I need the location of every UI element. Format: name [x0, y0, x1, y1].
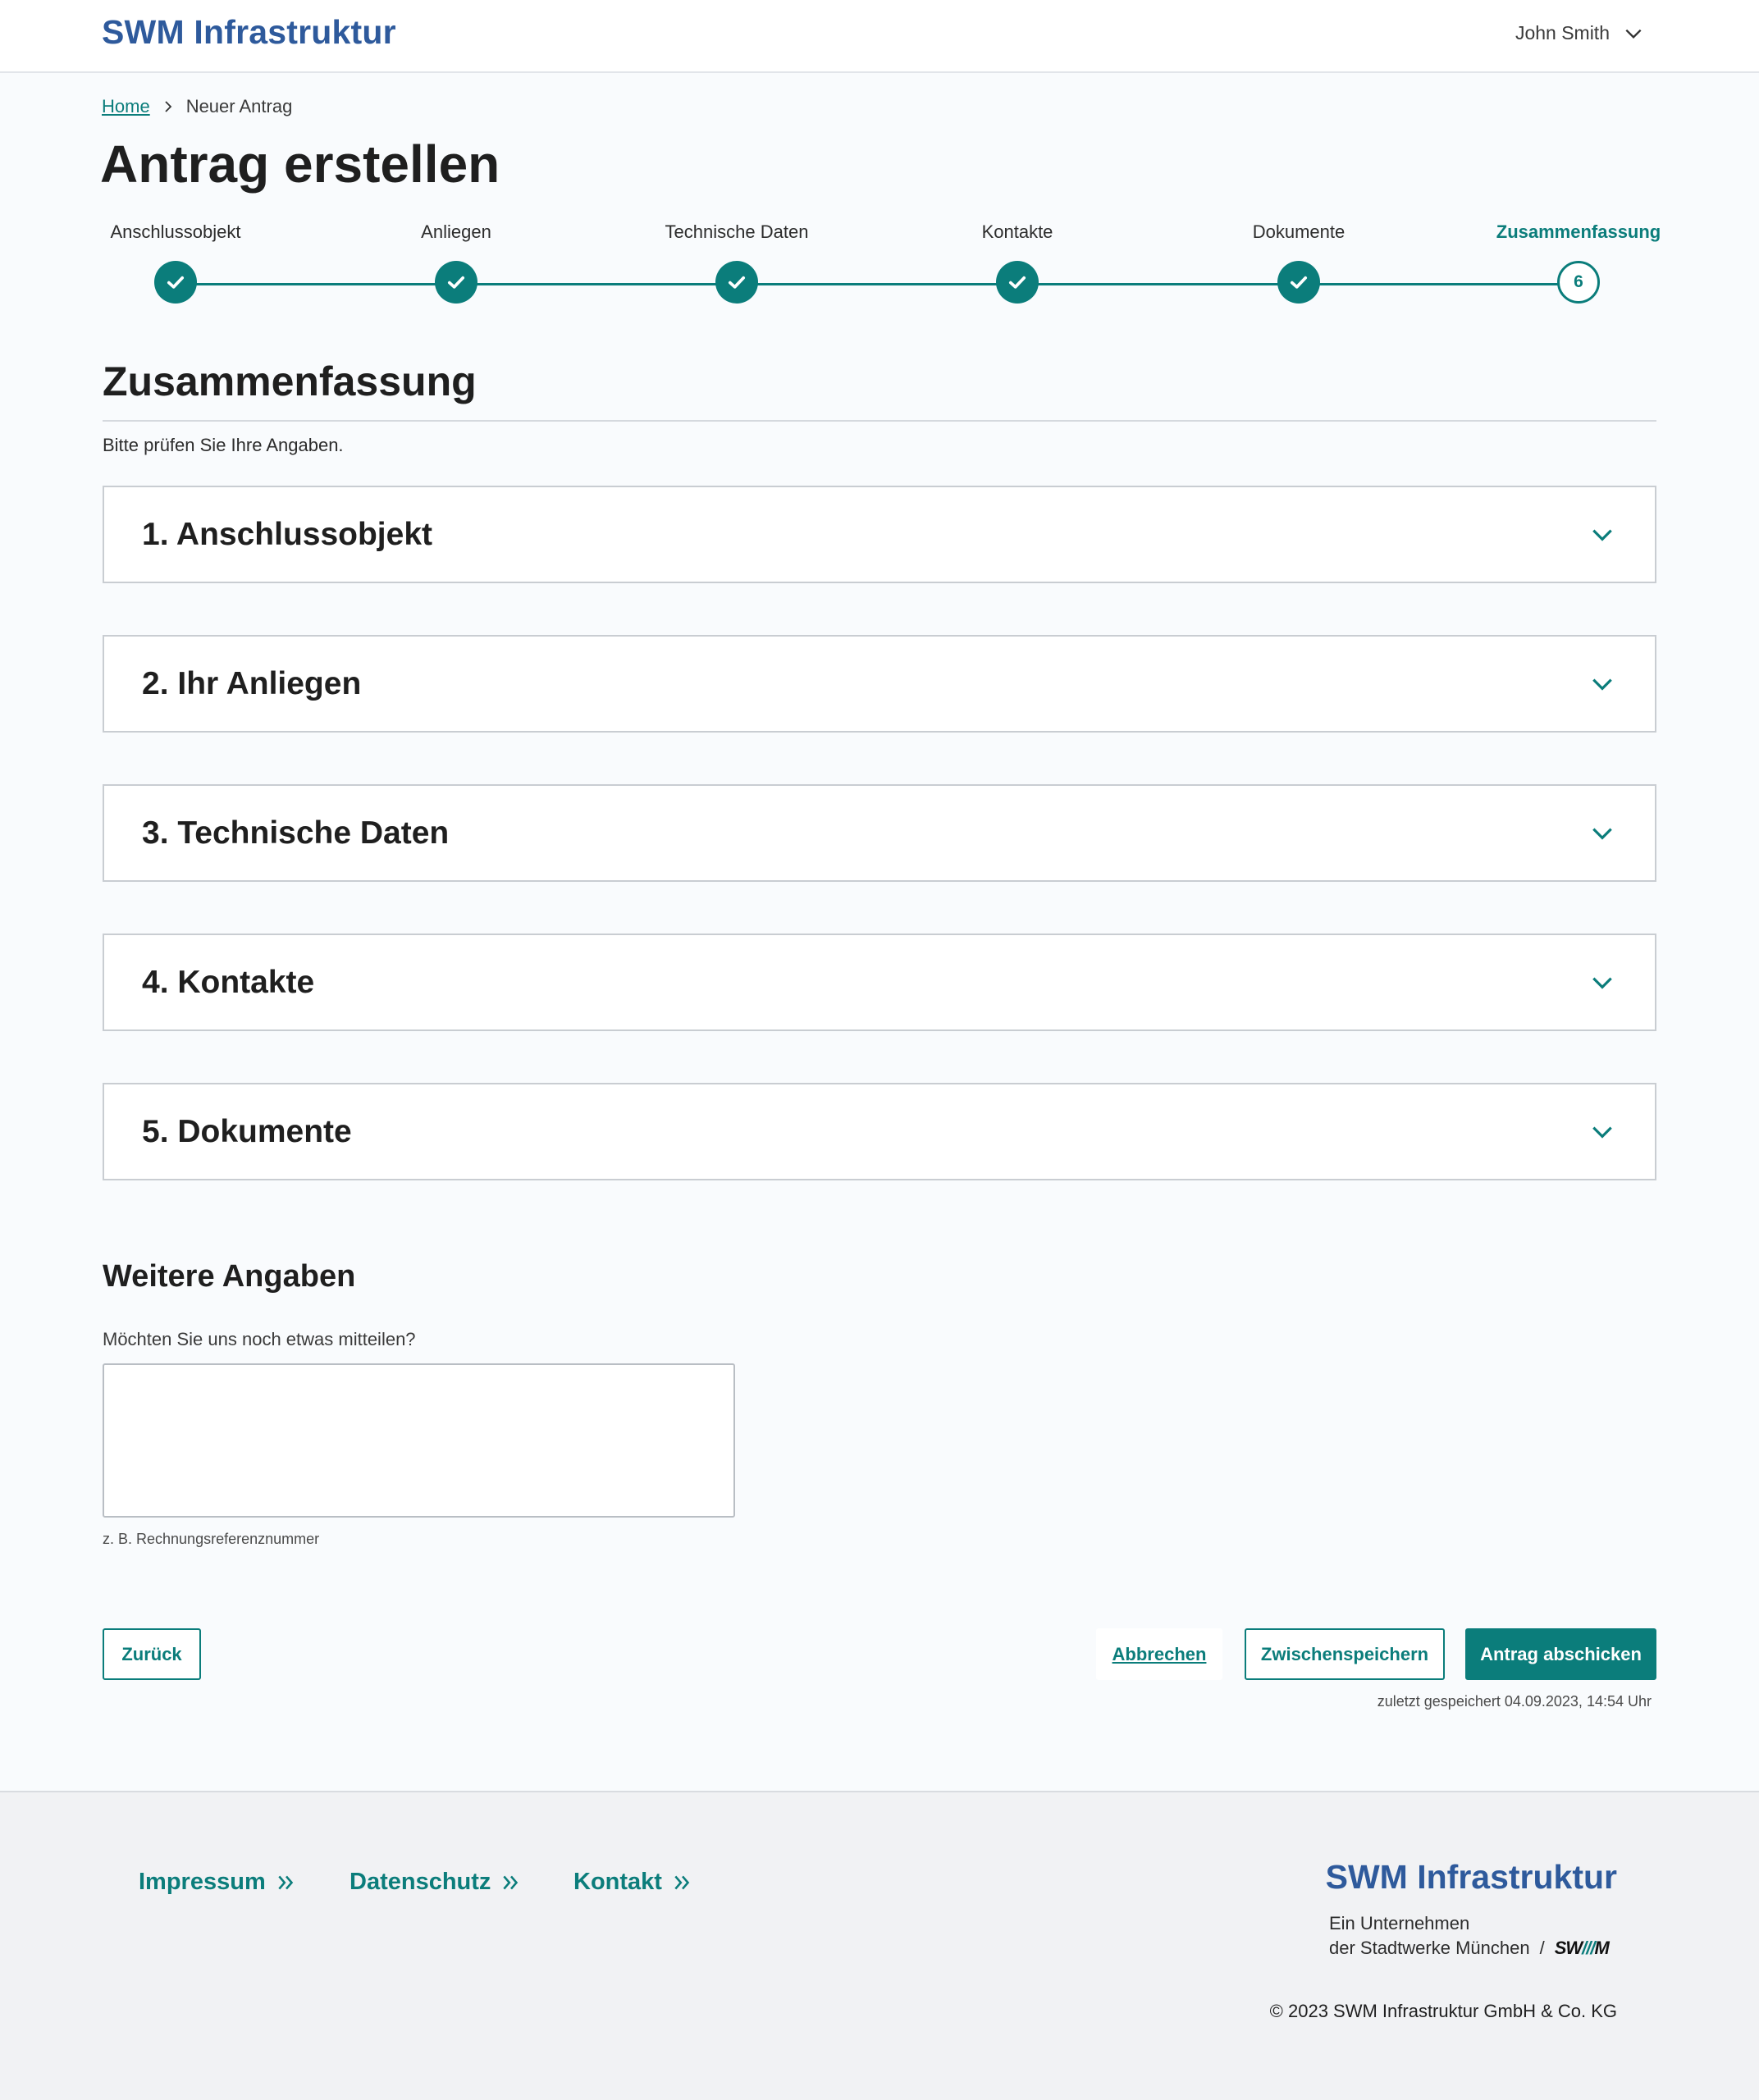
accordion-kontakte[interactable]: 4. Kontakte — [103, 934, 1656, 1031]
accordion-title: 3. Technische Daten — [142, 815, 450, 851]
step-dokumente[interactable]: Dokumente — [1192, 221, 1405, 304]
breadcrumb: Home Neuer Antrag — [102, 96, 292, 117]
footer: Impressum Datenschutz Kontakt SWM Infras… — [0, 1791, 1759, 2100]
double-chevron-right-icon — [278, 1875, 293, 1889]
accordion-anschlussobjekt[interactable]: 1. Anschlussobjekt — [103, 486, 1656, 583]
swm-logo-mark: SW///M — [1554, 1936, 1610, 1961]
top-bar: SWM Infrastruktur John Smith — [0, 0, 1759, 73]
last-saved-note: zuletzt gespeichert 04.09.2023, 14:54 Uh… — [1377, 1693, 1652, 1710]
chevron-down-icon — [1592, 529, 1612, 541]
step-technische-daten[interactable]: Technische Daten — [630, 221, 843, 304]
footer-logo: SWM Infrastruktur — [1325, 1858, 1617, 1896]
step-zusammenfassung[interactable]: Zusammenfassung 6 — [1472, 221, 1685, 304]
step-done-circle — [715, 261, 758, 304]
step-label: Zusammenfassung — [1496, 221, 1661, 242]
company-line-1: Ein Unternehmen — [1329, 1913, 1470, 1933]
chevron-down-icon — [1592, 1126, 1612, 1139]
step-done-circle — [435, 261, 477, 304]
swm-mark-slashes: /// — [1582, 1938, 1595, 1958]
page-title: Antrag erstellen — [100, 135, 500, 194]
footer-link-impressum[interactable]: Impressum — [139, 1869, 297, 1896]
chevron-down-icon — [1592, 977, 1612, 989]
check-icon — [447, 276, 465, 289]
save-draft-button[interactable]: Zwischenspeichern — [1245, 1628, 1445, 1680]
breadcrumb-current: Neuer Antrag — [185, 96, 293, 116]
breadcrumb-home-link[interactable]: Home — [102, 96, 150, 117]
footer-link-label: Kontakt — [573, 1869, 662, 1895]
step-done-circle — [1277, 261, 1320, 304]
user-name: John Smith — [1515, 22, 1610, 43]
summary-subtitle: Bitte prüfen Sie Ihre Angaben. — [103, 435, 344, 455]
accordion-title: 1. Anschlussobjekt — [142, 516, 432, 552]
step-done-circle — [996, 261, 1039, 304]
message-textarea[interactable] — [103, 1363, 735, 1518]
swm-mark-left: SW — [1554, 1938, 1583, 1958]
accordion-title: 4. Kontakte — [142, 964, 315, 1000]
step-current-circle: 6 — [1557, 261, 1600, 304]
check-icon — [1008, 276, 1026, 289]
further-info-title: Weitere Angaben — [103, 1259, 356, 1294]
chevron-right-icon — [165, 101, 171, 112]
accordion-title: 2. Ihr Anliegen — [142, 665, 362, 701]
step-kontakte[interactable]: Kontakte — [911, 221, 1124, 304]
footer-link-label: Datenschutz — [350, 1869, 491, 1895]
accordion-dokumente[interactable]: 5. Dokumente — [103, 1083, 1656, 1180]
divider — [103, 420, 1656, 422]
copyright: © 2023 SWM Infrastruktur GmbH & Co. KG — [1269, 2001, 1617, 2021]
step-label: Dokumente — [1252, 221, 1346, 242]
company-line-2-row: der Stadtwerke München / SW///M — [1329, 1936, 1610, 1961]
step-anliegen[interactable]: Anliegen — [350, 221, 563, 304]
check-icon — [167, 276, 185, 289]
step-label: Technische Daten — [665, 221, 809, 242]
accordion-anliegen[interactable]: 2. Ihr Anliegen — [103, 635, 1656, 733]
accordion-title: 5. Dokumente — [142, 1113, 352, 1149]
user-menu[interactable]: John Smith — [1515, 22, 1644, 44]
swm-mark-right: M — [1594, 1938, 1610, 1958]
step-done-circle — [154, 261, 197, 304]
step-label: Anliegen — [421, 221, 491, 242]
separator: / — [1539, 1938, 1545, 1958]
logo[interactable]: SWM Infrastruktur — [102, 13, 396, 52]
footer-link-label: Impressum — [139, 1869, 266, 1895]
back-button[interactable]: Zurück — [103, 1628, 201, 1680]
summary-title: Zusammenfassung — [103, 358, 477, 404]
further-info-label: Möchten Sie uns noch etwas mitteilen? — [103, 1329, 416, 1349]
step-label: Kontakte — [981, 221, 1053, 242]
company-line-2: der Stadtwerke München — [1329, 1938, 1530, 1958]
footer-link-datenschutz[interactable]: Datenschutz — [350, 1869, 522, 1896]
textarea-hint: z. B. Rechnungsreferenznummer — [103, 1531, 320, 1547]
step-anschlussobjekt[interactable]: Anschlussobjekt — [69, 221, 282, 304]
double-chevron-right-icon — [503, 1875, 519, 1889]
check-icon — [728, 276, 746, 289]
progress-stepper: Anschlussobjekt Anliegen Technische Date… — [0, 221, 1759, 312]
footer-link-kontakt[interactable]: Kontakt — [573, 1869, 693, 1896]
chevron-down-icon — [1592, 828, 1612, 840]
accordion-technische-daten[interactable]: 3. Technische Daten — [103, 784, 1656, 882]
step-label: Anschlussobjekt — [110, 221, 241, 242]
double-chevron-right-icon — [674, 1875, 690, 1889]
submit-button[interactable]: Antrag abschicken — [1465, 1628, 1656, 1680]
cancel-button[interactable]: Abbrechen — [1096, 1628, 1222, 1680]
chevron-down-icon — [1625, 29, 1642, 39]
chevron-down-icon — [1592, 678, 1612, 691]
footer-company: Ein Unternehmen der Stadtwerke München /… — [1329, 1911, 1610, 1961]
check-icon — [1290, 276, 1308, 289]
